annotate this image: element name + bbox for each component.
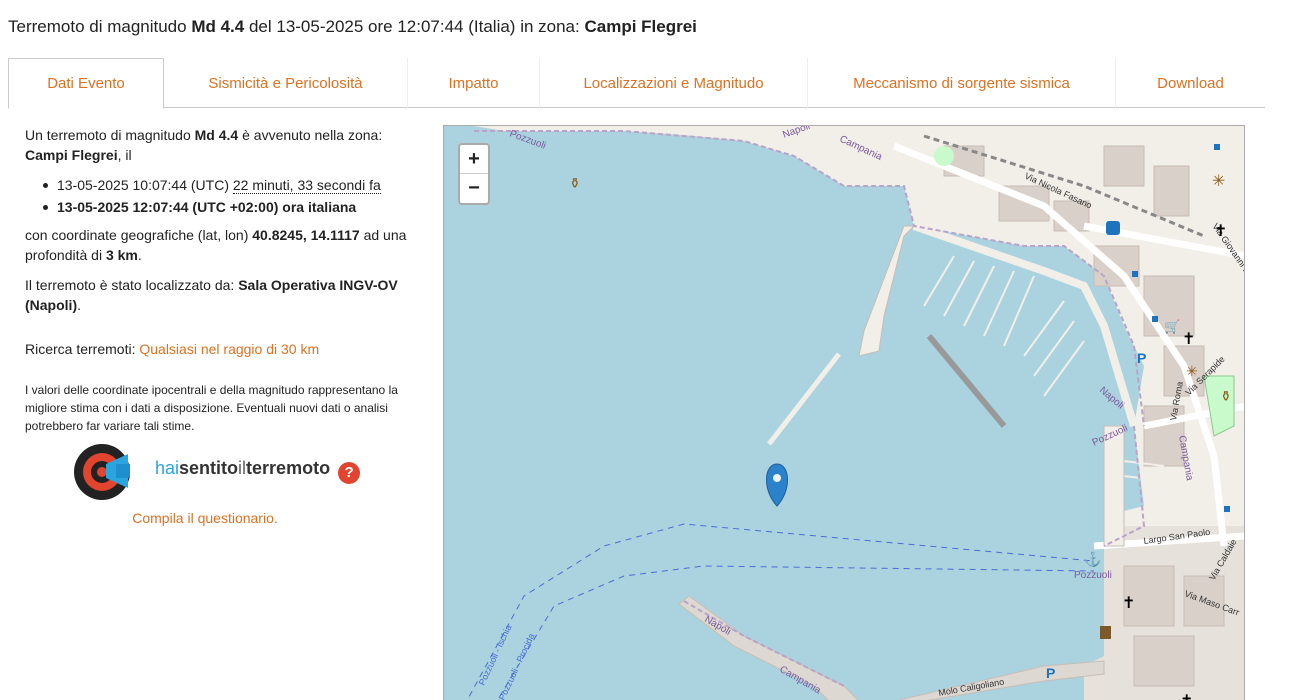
ferry-terminal-icon: ⚓: [1084, 551, 1101, 568]
label-pozzuoli-port: Pozzuoli: [1074, 570, 1112, 581]
compila-questionario-link[interactable]: Compila il questionario.: [65, 510, 345, 526]
event-times: 13-05-2025 10:07:44 (UTC) 22 minuti, 33 …: [43, 175, 420, 217]
green-area: [934, 146, 954, 166]
event-map[interactable]: + − Pozzuoli Napoli Campania Napoli Pozz…: [443, 125, 1245, 700]
zoom-out-button[interactable]: −: [460, 174, 488, 203]
search-label: Ricerca terremoti:: [25, 341, 140, 357]
disclaimer-note: I valori delle coordinate ipocentrali e …: [25, 383, 398, 433]
church-icon: ✝: [1214, 223, 1227, 240]
monument-icon: [1100, 626, 1111, 639]
search-radius-link[interactable]: Qualsiasi nel raggio di 30 km: [139, 341, 319, 357]
intro-text-a: Un terremoto di magnitudo: [25, 127, 195, 143]
hst-il: il: [238, 458, 247, 478]
parking-icon: P: [1137, 350, 1146, 366]
tab-meccanismo-sorgente[interactable]: Meccanismo di sorgente sismica: [808, 58, 1116, 108]
poi-square-3: [1214, 144, 1220, 150]
located-label: Il terremoto è stato localizzato da:: [25, 277, 239, 293]
title-magnitude: Md 4.4: [191, 17, 245, 36]
tab-download[interactable]: Download: [1116, 58, 1265, 108]
zoom-in-button[interactable]: +: [460, 145, 488, 174]
breakwater: [767, 352, 841, 446]
utc-time-item: 13-05-2025 10:07:44 (UTC) 22 minuti, 33 …: [43, 175, 420, 195]
coords-label: con coordinate geografiche (lat, lon): [25, 227, 253, 243]
south-breakwater: [678, 595, 859, 700]
church-icon-2: ✝: [1182, 331, 1195, 348]
parking-icon-2: P: [1046, 665, 1055, 681]
church-icon-3: ✝: [1122, 595, 1135, 612]
amphora-icon: ⚱: [569, 175, 581, 191]
sight-icon: ✳: [1212, 173, 1225, 190]
bus-stop-icon: [1106, 221, 1120, 235]
poi-square-2: [1152, 316, 1158, 322]
intro-text-b: è avvenuto nella zona:: [238, 127, 383, 143]
intro-magnitude: Md 4.4: [194, 127, 239, 143]
hst-logo-icon: [74, 444, 130, 500]
event-info-panel: Un terremoto di magnitudo Md 4.4 è avven…: [25, 125, 420, 445]
quay-right: [1103, 425, 1125, 547]
tab-localizzazioni-magnitudo[interactable]: Localizzazioni e Magnitudo: [540, 58, 808, 108]
hai-sentito-il-terremoto-banner[interactable]: haisentitoilterremoto ?: [72, 440, 372, 500]
intro-zone: Campi Flegrei: [25, 147, 118, 163]
map-canvas: Pozzuoli Napoli Campania Napoli Pozzuoli…: [466, 126, 1244, 700]
label-molo-caligoliano: Molo Caligoliano: [938, 677, 1005, 698]
hst-terremoto: terremoto: [246, 458, 331, 478]
help-icon: ?: [338, 462, 361, 484]
title-prefix: Terremoto di magnitudo: [8, 17, 192, 36]
local-time-item: 13-05-2025 12:07:44 (UTC +02:00) ora ita…: [43, 197, 420, 217]
poi-square-4: [1224, 506, 1230, 512]
coords-paragraph: con coordinate geografiche (lat, lon) 40…: [25, 227, 407, 263]
epicenter-marker-icon[interactable]: [766, 463, 788, 507]
pier-north: [858, 225, 916, 357]
tab-sismicita-pericolosita[interactable]: Sismicità e Pericolosità: [164, 58, 408, 108]
church-icon-4: ✝: [1180, 693, 1193, 700]
local-time: 13-05-2025 12:07:44 (UTC +02:00) ora ita…: [57, 199, 357, 215]
amphora-icon-2: ⚱: [1220, 388, 1232, 404]
hst-wordmark: haisentitoilterremoto ?: [155, 458, 361, 484]
tab-dati-evento[interactable]: Dati Evento: [8, 58, 164, 109]
tab-bar: Dati Evento Sismicità e Pericolosità Imp…: [8, 58, 1265, 109]
poi-square: [1132, 271, 1138, 277]
page-title: Terremoto di magnitudo Md 4.4 del 13-05-…: [8, 17, 697, 37]
intro-text-c: , il: [117, 147, 132, 163]
hst-hai: hai: [155, 458, 180, 478]
time-ago: 22 minuti, 33 secondi fa: [232, 177, 381, 194]
hst-sentito: sentito: [179, 458, 239, 478]
zoom-control: + −: [458, 143, 490, 205]
coords-value: 40.8245, 14.1117: [252, 227, 360, 243]
utc-time: 13-05-2025 10:07:44 (UTC): [57, 177, 233, 193]
event-intro: Un terremoto di magnitudo Md 4.4 è avven…: [25, 125, 420, 165]
sight-icon-2: ✳: [1186, 363, 1198, 379]
jetty-diagonal: [926, 334, 1007, 428]
title-zone: Campi Flegrei: [584, 17, 697, 36]
shop-cart-icon: 🛒: [1164, 319, 1180, 334]
depth-value: 3 km: [105, 247, 138, 263]
located-paragraph: Il terremoto è stato localizzato da: Sal…: [25, 277, 398, 313]
title-middle: del 13-05-2025 ore 12:07:44 (Italia) in …: [244, 17, 585, 36]
search-paragraph: Ricerca terremoti: Qualsiasi nel raggio …: [25, 339, 420, 359]
tab-impatto[interactable]: Impatto: [408, 58, 540, 108]
